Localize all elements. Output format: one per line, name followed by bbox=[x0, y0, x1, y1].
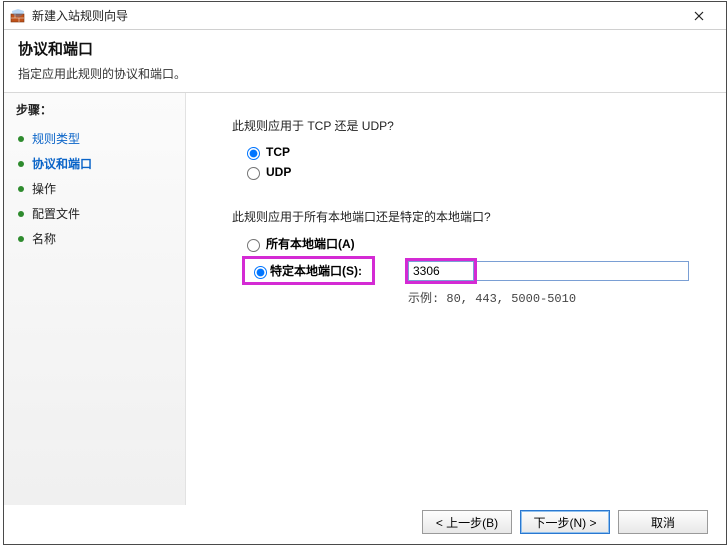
port-field-wrap bbox=[375, 258, 689, 284]
radio-udp[interactable] bbox=[247, 167, 260, 180]
port-radios: 所有本地端口(A) 特定本地端口(S): bbox=[242, 235, 698, 285]
question-protocol: 此规则应用于 TCP 还是 UDP? bbox=[232, 117, 698, 134]
steps-sidebar: 步骤： 规则类型 协议和端口 操作 配置文件 名称 bbox=[4, 93, 186, 505]
bullet-icon bbox=[18, 161, 24, 167]
step-label: 配置文件 bbox=[32, 205, 80, 222]
radio-all-ports[interactable] bbox=[247, 239, 260, 252]
step-label: 协议和端口 bbox=[32, 155, 92, 172]
back-button[interactable]: < 上一步(B) bbox=[422, 510, 512, 534]
label-specific-ports: 特定本地端口(S): bbox=[270, 262, 362, 279]
steps-heading: 步骤： bbox=[16, 101, 173, 118]
step-label: 规则类型 bbox=[32, 130, 80, 147]
label-all-ports: 所有本地端口(A) bbox=[266, 235, 355, 252]
wizard-window: 新建入站规则向导 协议和端口 指定应用此规则的协议和端口。 步骤： 规则类型 协… bbox=[3, 1, 727, 545]
next-button[interactable]: 下一步(N) > bbox=[520, 510, 610, 534]
bullet-icon bbox=[18, 136, 24, 142]
protocol-radios: TCP UDP bbox=[242, 144, 698, 180]
step-profile[interactable]: 配置文件 bbox=[16, 201, 173, 226]
port-input-ext[interactable] bbox=[477, 261, 689, 281]
question-ports: 此规则应用于所有本地端口还是特定的本地端口? bbox=[232, 208, 698, 225]
page-subtitle: 指定应用此规则的协议和端口。 bbox=[18, 65, 712, 82]
firewall-icon bbox=[10, 8, 26, 24]
bullet-icon bbox=[18, 236, 24, 242]
close-button[interactable] bbox=[678, 2, 720, 30]
step-action[interactable]: 操作 bbox=[16, 176, 173, 201]
radio-row-all-ports: 所有本地端口(A) bbox=[242, 235, 698, 252]
window-title: 新建入站规则向导 bbox=[32, 7, 678, 24]
radio-specific-ports[interactable] bbox=[254, 266, 267, 279]
port-example: 示例: 80, 443, 5000-5010 bbox=[408, 289, 698, 306]
step-label: 名称 bbox=[32, 230, 56, 247]
label-tcp: TCP bbox=[266, 145, 290, 159]
wizard-header: 协议和端口 指定应用此规则的协议和端口。 bbox=[4, 30, 726, 93]
step-protocol-ports[interactable]: 协议和端口 bbox=[16, 151, 173, 176]
wizard-body: 步骤： 规则类型 协议和端口 操作 配置文件 名称 此规 bbox=[4, 93, 726, 505]
step-label: 操作 bbox=[32, 180, 56, 197]
page-title: 协议和端口 bbox=[18, 38, 712, 59]
step-name[interactable]: 名称 bbox=[16, 226, 173, 251]
label-udp: UDP bbox=[266, 165, 291, 179]
bullet-icon bbox=[18, 186, 24, 192]
wizard-footer: < 上一步(B) 下一步(N) > 取消 bbox=[4, 500, 726, 544]
titlebar: 新建入站规则向导 bbox=[4, 2, 726, 30]
highlight-specific-radio: 特定本地端口(S): bbox=[242, 256, 375, 285]
radio-row-tcp: TCP bbox=[242, 144, 698, 160]
radio-row-specific-ports: 特定本地端口(S): bbox=[242, 256, 698, 285]
highlight-port-input bbox=[405, 258, 477, 284]
radio-row-udp: UDP bbox=[242, 164, 698, 180]
bullet-icon bbox=[18, 211, 24, 217]
step-rule-type[interactable]: 规则类型 bbox=[16, 126, 173, 151]
main-panel: 此规则应用于 TCP 还是 UDP? TCP UDP 此规则应用于所有本地端口还… bbox=[186, 93, 726, 505]
close-icon bbox=[694, 11, 704, 21]
port-input[interactable] bbox=[408, 261, 474, 281]
cancel-button[interactable]: 取消 bbox=[618, 510, 708, 534]
radio-tcp[interactable] bbox=[247, 147, 260, 160]
